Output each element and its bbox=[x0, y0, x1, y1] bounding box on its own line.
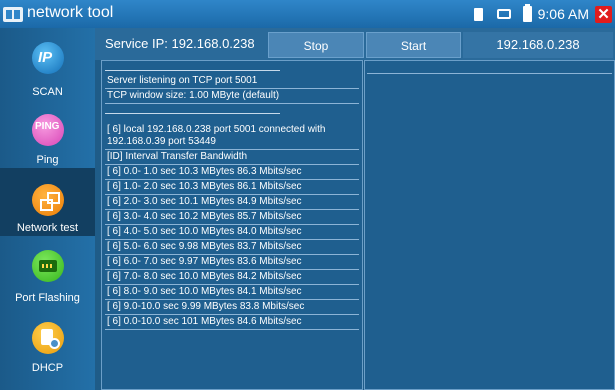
port-flashing-icon bbox=[32, 250, 64, 282]
sidebar: IP SCAN PING Ping Network test Port Flas… bbox=[0, 28, 95, 390]
sidebar-item-label: SCAN bbox=[32, 86, 63, 98]
dhcp-icon bbox=[32, 322, 64, 354]
ip-scan-icon: IP bbox=[32, 42, 64, 74]
log-row: [ 6] 3.0- 4.0 sec 10.2 MBytes 85.7 Mbits… bbox=[105, 210, 359, 225]
sidebar-item-scan[interactable]: IP SCAN bbox=[0, 32, 95, 100]
close-icon[interactable]: ✕ bbox=[595, 5, 612, 23]
log-line: TCP window size: 1.00 MByte (default) bbox=[105, 89, 359, 104]
log-separator bbox=[105, 63, 280, 71]
app-icon bbox=[3, 7, 23, 22]
sidebar-item-label: Network test bbox=[16, 222, 79, 234]
sidebar-item-label: DHCP bbox=[31, 362, 64, 374]
start-button[interactable]: Start bbox=[366, 32, 461, 58]
app-title: network tool bbox=[27, 4, 114, 21]
clock: 9:06 AM bbox=[537, 6, 589, 22]
network-status-icon bbox=[496, 9, 511, 19]
sidebar-item-label: Ping bbox=[36, 154, 59, 166]
log-row: [ 6] 5.0- 6.0 sec 9.98 MBytes 83.7 Mbits… bbox=[105, 240, 359, 255]
title-bar: network tool 9:06 AM ✕ bbox=[0, 0, 615, 28]
log-row: [ 6] 7.0- 8.0 sec 10.0 MBytes 84.2 Mbits… bbox=[105, 270, 359, 285]
log-line: Server listening on TCP port 5001 bbox=[105, 74, 359, 89]
sidebar-item-ping[interactable]: PING Ping bbox=[0, 104, 95, 172]
sidebar-item-port-flashing[interactable]: Port Flashing bbox=[0, 240, 95, 308]
log-header: [ID] Interval Transfer Bandwidth bbox=[105, 150, 359, 165]
service-ip-label: Service IP: 192.168.0.238 bbox=[105, 36, 255, 51]
log-row: [ 6] 6.0- 7.0 sec 9.97 MBytes 83.6 Mbits… bbox=[105, 255, 359, 270]
log-line: [ 6] local 192.168.0.238 port 5001 conne… bbox=[105, 123, 359, 150]
server-log: Server listening on TCP port 5001 TCP wi… bbox=[105, 63, 359, 330]
status-area: 9:06 AM ✕ bbox=[473, 0, 615, 28]
log-separator bbox=[367, 73, 612, 74]
sd-card-icon bbox=[473, 7, 483, 21]
ping-icon: PING bbox=[32, 114, 64, 146]
log-separator bbox=[105, 104, 280, 114]
server-log-panel[interactable]: Server listening on TCP port 5001 TCP wi… bbox=[101, 60, 363, 390]
network-test-icon bbox=[32, 184, 64, 216]
sidebar-item-network-test[interactable]: Network test bbox=[0, 168, 95, 236]
main-area: Service IP: 192.168.0.238 Stop Start 192… bbox=[95, 28, 615, 390]
sidebar-item-dhcp[interactable]: DHCP bbox=[0, 312, 95, 380]
battery-icon bbox=[522, 4, 532, 22]
stop-button[interactable]: Stop bbox=[268, 32, 364, 58]
log-row: [ 6] 4.0- 5.0 sec 10.0 MBytes 84.0 Mbits… bbox=[105, 225, 359, 240]
log-row: [ 6] 2.0- 3.0 sec 10.1 MBytes 84.9 Mbits… bbox=[105, 195, 359, 210]
log-row: [ 6] 8.0- 9.0 sec 10.0 MBytes 84.1 Mbits… bbox=[105, 285, 359, 300]
log-row: [ 6] 0.0-10.0 sec 101 MBytes 84.6 Mbits/… bbox=[105, 315, 359, 330]
log-row: [ 6] 9.0-10.0 sec 9.99 MBytes 83.8 Mbits… bbox=[105, 300, 359, 315]
client-ip-field[interactable]: 192.168.0.238 bbox=[463, 32, 613, 58]
client-log-panel[interactable] bbox=[364, 60, 615, 390]
toolbar: Service IP: 192.168.0.238 Stop Start 192… bbox=[95, 28, 615, 60]
sidebar-item-label: Port Flashing bbox=[15, 292, 80, 304]
log-row: [ 6] 0.0- 1.0 sec 10.3 MBytes 86.3 Mbits… bbox=[105, 165, 359, 180]
log-row: [ 6] 1.0- 2.0 sec 10.3 MBytes 86.1 Mbits… bbox=[105, 180, 359, 195]
